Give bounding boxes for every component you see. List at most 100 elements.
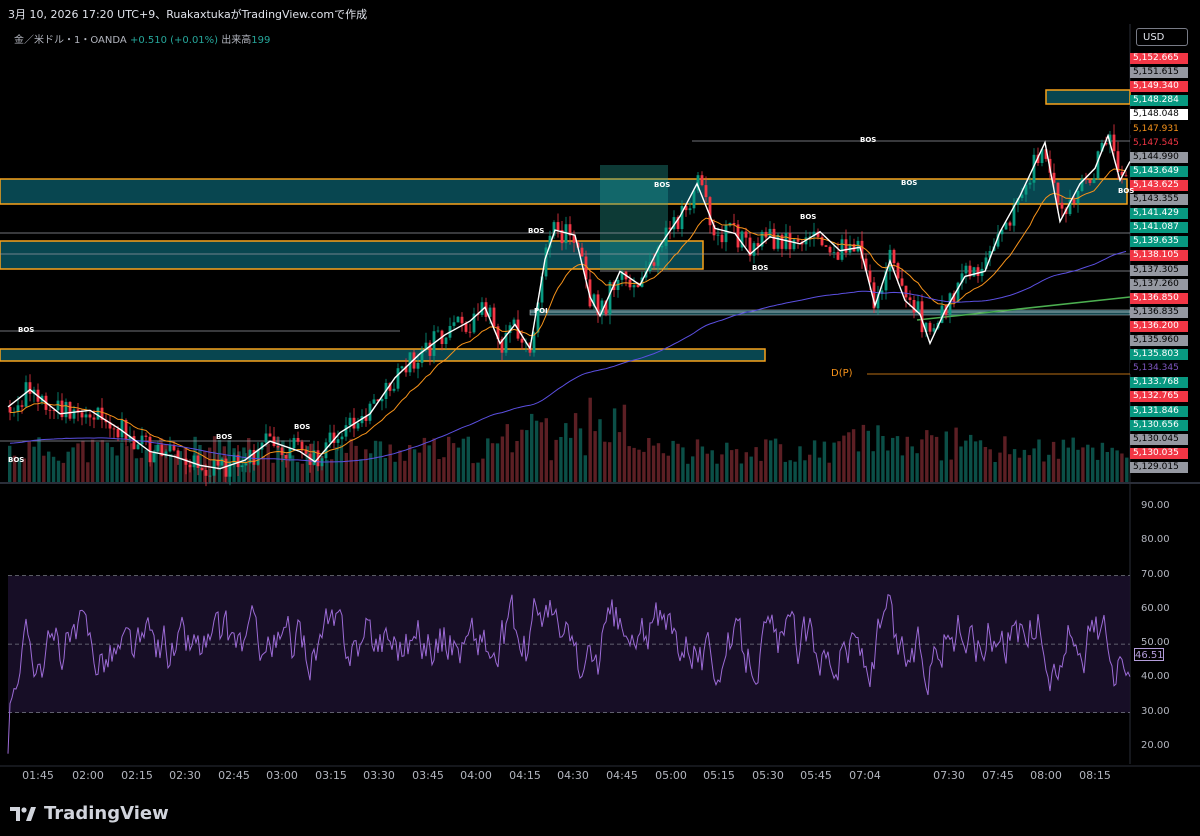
price-label: 5,133.768 bbox=[1130, 377, 1188, 389]
volume-bar bbox=[983, 447, 988, 482]
candle-body bbox=[156, 444, 160, 452]
price-label: 5,129.015 bbox=[1130, 461, 1188, 473]
volume-bar bbox=[715, 463, 719, 482]
price-label: 5,151.615 bbox=[1130, 67, 1188, 79]
candle-body bbox=[1072, 199, 1076, 204]
volume-bar bbox=[686, 463, 690, 482]
tradingview-logo[interactable]: TradingView bbox=[10, 803, 169, 824]
volume-bar bbox=[476, 462, 480, 482]
volume-bar bbox=[598, 419, 602, 482]
candle-body bbox=[208, 475, 212, 477]
chart-frame[interactable]: 金／米ドル・1・OANDA +0.510 (+0.01%) 出来高199 USD… bbox=[0, 24, 1200, 792]
rsi-axis-label: 90.00 bbox=[1141, 500, 1170, 512]
volume-bar bbox=[671, 440, 675, 482]
volume-bar bbox=[881, 436, 885, 482]
rsi-axis-label: 80.00 bbox=[1141, 534, 1170, 546]
candle-body bbox=[708, 197, 712, 226]
volume-bar bbox=[559, 437, 563, 482]
volume-bar bbox=[1042, 461, 1046, 482]
rsi-axis-label: 60.00 bbox=[1141, 602, 1170, 614]
candle-body bbox=[900, 278, 904, 286]
volume-bar bbox=[1076, 449, 1080, 482]
volume-bar bbox=[105, 442, 109, 482]
volume-bar bbox=[139, 457, 144, 482]
candle-body bbox=[844, 239, 848, 253]
volume-bar bbox=[705, 453, 709, 482]
volume-bar bbox=[1022, 449, 1027, 482]
volume-bar bbox=[1047, 454, 1051, 482]
price-label: 5,139.635 bbox=[1130, 236, 1188, 248]
price-label: 5,135.960 bbox=[1130, 335, 1188, 346]
volume-bar bbox=[788, 460, 792, 482]
candle-body bbox=[608, 282, 612, 315]
candle-body bbox=[84, 414, 88, 418]
volume-bar bbox=[1027, 455, 1031, 482]
candle-body bbox=[328, 432, 332, 443]
candle-body bbox=[116, 428, 120, 438]
volume-bar bbox=[603, 441, 607, 482]
volume-bar bbox=[61, 462, 66, 482]
candle-body bbox=[452, 322, 456, 326]
time-label: 05:15 bbox=[703, 769, 735, 782]
volume-bar bbox=[778, 444, 783, 482]
volume-bar bbox=[447, 436, 451, 482]
volume-bar bbox=[481, 458, 485, 482]
time-label: 03:30 bbox=[363, 769, 395, 782]
time-label: 07:04 bbox=[849, 769, 881, 782]
volume-bar bbox=[793, 461, 797, 482]
candle-body bbox=[896, 263, 900, 279]
candle-body bbox=[68, 401, 72, 419]
volume-bar bbox=[939, 460, 944, 482]
volume-bar bbox=[373, 440, 378, 482]
candle-body bbox=[72, 409, 76, 419]
volume-bar bbox=[37, 437, 41, 482]
time-label: 05:45 bbox=[800, 769, 832, 782]
volume-bar bbox=[1071, 437, 1075, 482]
volume-bar bbox=[125, 446, 129, 482]
time-label: 07:45 bbox=[982, 769, 1014, 782]
volume-bar bbox=[437, 459, 441, 482]
candle-body bbox=[796, 239, 800, 242]
price-label: 5,138.105 bbox=[1130, 250, 1188, 262]
candle-body bbox=[168, 444, 172, 452]
candle-body bbox=[636, 285, 640, 287]
candle-body bbox=[772, 228, 776, 249]
volume-bar bbox=[691, 456, 695, 482]
price-label: 5,143.625 bbox=[1130, 179, 1188, 191]
volume-bar bbox=[408, 445, 412, 482]
volume-bar bbox=[100, 440, 105, 482]
volume-bar bbox=[1003, 436, 1007, 482]
time-label: 05:30 bbox=[752, 769, 784, 782]
price-label: 5,135.803 bbox=[1130, 349, 1188, 361]
volume-bar bbox=[564, 423, 568, 482]
volume-bar bbox=[910, 446, 914, 482]
currency-selector[interactable]: USD bbox=[1136, 28, 1188, 46]
candle-body bbox=[908, 297, 912, 300]
volume-bar bbox=[1095, 459, 1100, 482]
candle-body bbox=[632, 285, 636, 288]
chart-canvas[interactable] bbox=[0, 24, 1200, 792]
volume-bar bbox=[359, 459, 363, 482]
volume-bar bbox=[47, 451, 51, 482]
volume-bar bbox=[169, 454, 173, 482]
candle-body bbox=[652, 262, 656, 266]
volume-bar bbox=[1056, 458, 1061, 482]
volume-bar bbox=[886, 450, 890, 482]
candle-body bbox=[244, 463, 248, 466]
price-label: 5,141.087 bbox=[1130, 222, 1188, 234]
time-label: 05:00 bbox=[655, 769, 687, 782]
candle-body bbox=[20, 405, 24, 407]
volume-bar bbox=[271, 462, 275, 482]
candle-body bbox=[1124, 175, 1128, 177]
candle-body bbox=[140, 435, 144, 445]
volume-bar bbox=[700, 446, 705, 482]
volume-bar bbox=[398, 450, 402, 482]
volume-bar bbox=[554, 439, 558, 482]
volume-bar bbox=[339, 444, 344, 482]
volume-bar bbox=[442, 457, 446, 482]
volume-bar bbox=[578, 428, 583, 482]
rsi-axis-label: 20.00 bbox=[1141, 739, 1170, 751]
volume-bar bbox=[1125, 457, 1129, 482]
volume-bar bbox=[803, 460, 807, 482]
time-label: 04:00 bbox=[460, 769, 492, 782]
